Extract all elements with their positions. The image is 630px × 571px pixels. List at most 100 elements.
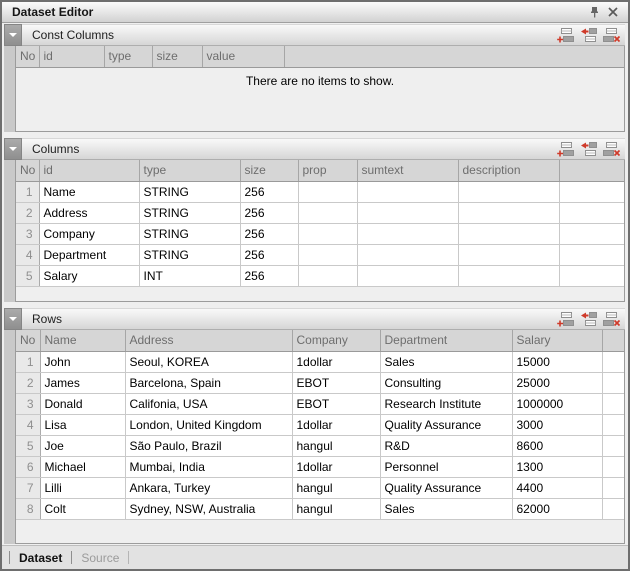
- tab-dataset[interactable]: Dataset: [19, 551, 62, 565]
- cell[interactable]: 15000: [512, 351, 602, 372]
- cell[interactable]: STRING: [139, 202, 240, 223]
- cell[interactable]: [357, 181, 458, 202]
- cell[interactable]: Sales: [380, 351, 512, 372]
- cell[interactable]: [298, 223, 357, 244]
- cell[interactable]: [357, 223, 458, 244]
- column-header-id[interactable]: id: [39, 46, 104, 67]
- table-row[interactable]: 6MichaelMumbai, India1dollarPersonnel130…: [16, 456, 624, 477]
- row-number[interactable]: 2: [16, 372, 40, 393]
- cell[interactable]: [458, 202, 559, 223]
- row-number[interactable]: 5: [16, 435, 40, 456]
- column-header-salary[interactable]: Salary: [512, 330, 602, 351]
- cell[interactable]: 62000: [512, 498, 602, 519]
- cell[interactable]: hangul: [292, 477, 380, 498]
- cell[interactable]: STRING: [139, 244, 240, 265]
- cell[interactable]: STRING: [139, 181, 240, 202]
- cell[interactable]: hangul: [292, 435, 380, 456]
- column-header-description[interactable]: description: [458, 160, 559, 181]
- table-row[interactable]: 4LisaLondon, United Kingdom1dollarQualit…: [16, 414, 624, 435]
- cell[interactable]: 1dollar: [292, 414, 380, 435]
- cell[interactable]: STRING: [139, 223, 240, 244]
- cell[interactable]: Company: [39, 223, 139, 244]
- collapse-arrow-icon[interactable]: [4, 24, 22, 46]
- cell[interactable]: 8600: [512, 435, 602, 456]
- cell[interactable]: [458, 223, 559, 244]
- column-header-type[interactable]: type: [104, 46, 152, 67]
- cell[interactable]: Ankara, Turkey: [125, 477, 292, 498]
- cell[interactable]: 3000: [512, 414, 602, 435]
- column-header-id[interactable]: id: [39, 160, 139, 181]
- cell[interactable]: John: [40, 351, 125, 372]
- cell[interactable]: James: [40, 372, 125, 393]
- cell[interactable]: Sales: [380, 498, 512, 519]
- column-header-company[interactable]: Company: [292, 330, 380, 351]
- delete-row-icon[interactable]: [603, 142, 620, 157]
- cell[interactable]: 1300: [512, 456, 602, 477]
- cell[interactable]: [298, 265, 357, 286]
- cell[interactable]: Joe: [40, 435, 125, 456]
- row-number[interactable]: 3: [16, 393, 40, 414]
- cell[interactable]: Mumbai, India: [125, 456, 292, 477]
- table-row[interactable]: 1JohnSeoul, KOREA1dollarSales15000: [16, 351, 624, 372]
- insert-row-icon[interactable]: [580, 312, 597, 327]
- cell[interactable]: Address: [39, 202, 139, 223]
- delete-row-icon[interactable]: [603, 312, 620, 327]
- table-row[interactable]: 5SalaryINT256: [16, 265, 624, 286]
- column-header-no[interactable]: No: [16, 46, 39, 67]
- cell[interactable]: 25000: [512, 372, 602, 393]
- cell[interactable]: INT: [139, 265, 240, 286]
- column-header-sumtext[interactable]: sumtext: [357, 160, 458, 181]
- column-header-name[interactable]: Name: [40, 330, 125, 351]
- table-row[interactable]: 2JamesBarcelona, SpainEBOTConsulting2500…: [16, 372, 624, 393]
- cell[interactable]: Salary: [39, 265, 139, 286]
- collapse-arrow-icon[interactable]: [4, 138, 22, 160]
- cell[interactable]: Michael: [40, 456, 125, 477]
- row-number[interactable]: 7: [16, 477, 40, 498]
- column-header-size[interactable]: size: [152, 46, 202, 67]
- table-row[interactable]: 3CompanySTRING256: [16, 223, 624, 244]
- table-row[interactable]: 8ColtSydney, NSW, AustraliahangulSales62…: [16, 498, 624, 519]
- cell[interactable]: 256: [240, 202, 298, 223]
- cell[interactable]: [458, 181, 559, 202]
- row-number[interactable]: 3: [16, 223, 39, 244]
- column-header-value[interactable]: value: [202, 46, 284, 67]
- cell[interactable]: Lisa: [40, 414, 125, 435]
- add-row-icon[interactable]: [557, 312, 574, 327]
- delete-row-icon[interactable]: [603, 28, 620, 43]
- cell[interactable]: 256: [240, 265, 298, 286]
- cell[interactable]: Research Institute: [380, 393, 512, 414]
- row-number[interactable]: 2: [16, 202, 39, 223]
- cell[interactable]: [357, 265, 458, 286]
- row-number[interactable]: 1: [16, 181, 39, 202]
- column-header-no[interactable]: No: [16, 330, 40, 351]
- cell[interactable]: [458, 244, 559, 265]
- row-number[interactable]: 5: [16, 265, 39, 286]
- cell[interactable]: 256: [240, 181, 298, 202]
- column-header-department[interactable]: Department: [380, 330, 512, 351]
- cell[interactable]: Seoul, KOREA: [125, 351, 292, 372]
- collapse-arrow-icon[interactable]: [4, 308, 22, 330]
- row-number[interactable]: 6: [16, 456, 40, 477]
- insert-row-icon[interactable]: [580, 28, 597, 43]
- pin-icon[interactable]: [586, 4, 602, 20]
- cell[interactable]: London, United Kingdom: [125, 414, 292, 435]
- column-header-address[interactable]: Address: [125, 330, 292, 351]
- cell[interactable]: 1dollar: [292, 456, 380, 477]
- cell[interactable]: Barcelona, Spain: [125, 372, 292, 393]
- close-icon[interactable]: [605, 4, 621, 20]
- cell[interactable]: [357, 202, 458, 223]
- table-row[interactable]: 1NameSTRING256: [16, 181, 624, 202]
- column-header-type[interactable]: type: [139, 160, 240, 181]
- cell[interactable]: R&D: [380, 435, 512, 456]
- cell[interactable]: EBOT: [292, 393, 380, 414]
- cell[interactable]: Lilli: [40, 477, 125, 498]
- cell[interactable]: [298, 244, 357, 265]
- cell[interactable]: São Paulo, Brazil: [125, 435, 292, 456]
- cell[interactable]: 1000000: [512, 393, 602, 414]
- cell[interactable]: Donald: [40, 393, 125, 414]
- cell[interactable]: 256: [240, 223, 298, 244]
- row-number[interactable]: 4: [16, 414, 40, 435]
- column-header-no[interactable]: No: [16, 160, 39, 181]
- cell[interactable]: 1dollar: [292, 351, 380, 372]
- cell[interactable]: [458, 265, 559, 286]
